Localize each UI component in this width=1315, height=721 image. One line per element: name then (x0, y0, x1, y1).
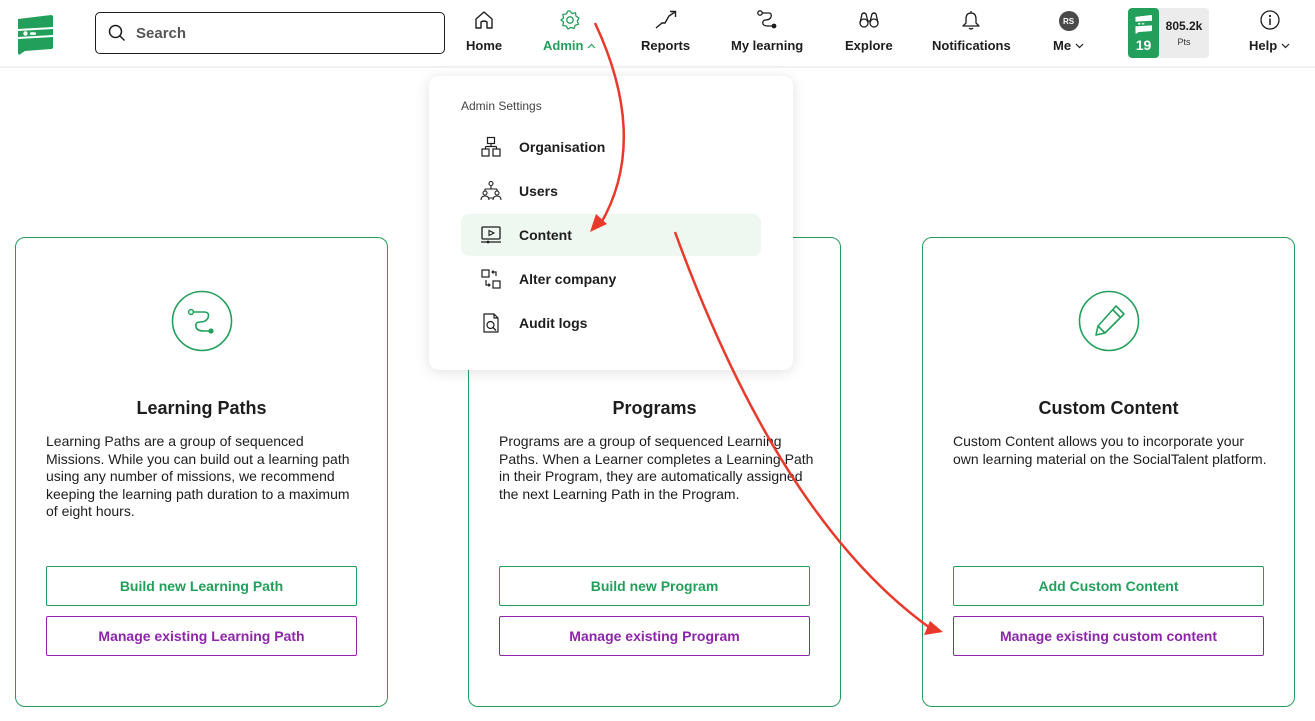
pencil-icon (1078, 290, 1139, 352)
chevron-down-icon (1075, 43, 1084, 48)
menu-item-audit-logs[interactable]: Audit logs (461, 302, 761, 344)
menu-item-content[interactable]: Content (461, 214, 761, 256)
nav-me[interactable]: RS Me (1053, 8, 1084, 60)
nav-notifications[interactable]: Notifications (932, 8, 1011, 60)
path-icon (755, 8, 779, 32)
bell-icon (959, 8, 983, 32)
organisation-icon (479, 135, 503, 159)
add-custom-content-button[interactable]: Add Custom Content (953, 566, 1264, 606)
admin-settings-dropdown: Admin Settings Organisation Users Conten… (429, 76, 793, 370)
points-value: 805.2k (1165, 19, 1203, 33)
card-description: Programs are a group of sequenced Learni… (499, 433, 814, 502)
nav-admin-label: Admin (543, 38, 584, 53)
nav-my-learning[interactable]: My learning (731, 8, 803, 60)
card-custom-content: Custom Content Custom Content allows you… (922, 237, 1295, 707)
nav-reports[interactable]: Reports (641, 8, 690, 60)
menu-item-organisation[interactable]: Organisation (461, 126, 761, 168)
nav-me-label: Me (1053, 38, 1072, 53)
nav-help-label: Help (1249, 38, 1278, 53)
info-icon (1258, 8, 1282, 32)
chevron-down-icon (1281, 43, 1290, 48)
socialtalent-logo-icon[interactable] (17, 13, 53, 55)
search-icon (108, 24, 126, 42)
points-unit: Pts (1177, 37, 1191, 47)
content-video-icon (479, 223, 503, 247)
top-navigation-bar: Home Admin Reports My learning Explore (0, 0, 1315, 68)
nav-home[interactable]: Home (466, 8, 502, 60)
level-number: 19 (1135, 37, 1152, 53)
card-title: Custom Content (1038, 398, 1179, 418)
card-learning-paths: Learning Paths Learning Paths are a grou… (15, 237, 388, 707)
avatar: RS (1058, 11, 1079, 31)
socialtalent-mini-logo-icon (1135, 15, 1152, 34)
switch-company-icon (479, 267, 503, 291)
audit-document-icon (479, 311, 503, 335)
menu-item-alter-company[interactable]: Alter company (461, 258, 761, 300)
learning-path-icon (171, 290, 232, 352)
menu-item-users[interactable]: Users (461, 170, 761, 212)
nav-help[interactable]: Help (1249, 8, 1290, 60)
trend-icon (654, 8, 678, 32)
build-learning-path-button[interactable]: Build new Learning Path (46, 566, 357, 606)
build-program-button[interactable]: Build new Program (499, 566, 810, 606)
nav-admin[interactable]: Admin (543, 8, 596, 60)
manage-learning-path-button[interactable]: Manage existing Learning Path (46, 616, 357, 656)
search-field[interactable] (95, 12, 445, 54)
manage-custom-content-button[interactable]: Manage existing custom content (953, 616, 1264, 656)
level-badge: 19 (1128, 8, 1159, 58)
gear-icon (558, 8, 582, 32)
home-icon (472, 8, 496, 32)
nav-explore[interactable]: Explore (845, 8, 893, 60)
search-input[interactable] (136, 24, 436, 42)
binoculars-icon (857, 8, 881, 32)
card-title: Programs (612, 398, 697, 418)
dropdown-header: Admin Settings (461, 99, 542, 113)
points-badge[interactable]: 19 805.2k Pts (1128, 8, 1209, 58)
card-title: Learning Paths (136, 398, 267, 418)
chevron-up-icon (588, 43, 596, 48)
users-icon (479, 179, 503, 203)
card-description: Learning Paths are a group of sequenced … (46, 433, 350, 520)
manage-program-button[interactable]: Manage existing Program (499, 616, 810, 656)
card-description: Custom Content allows you to incorporate… (953, 433, 1267, 467)
